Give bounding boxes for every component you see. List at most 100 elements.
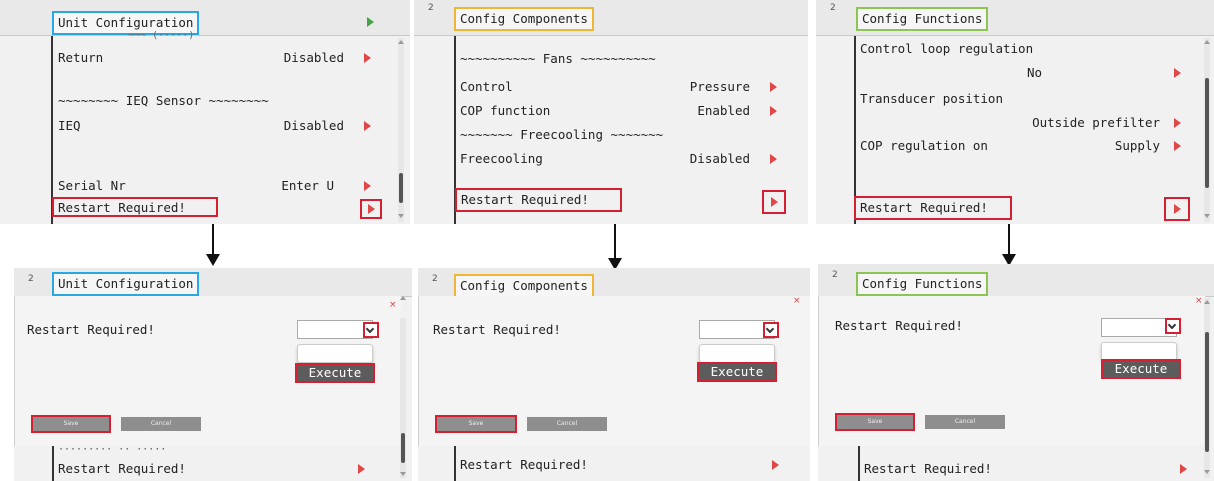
arrow-right-icon[interactable] — [770, 82, 777, 92]
scrollbar-thumb[interactable] — [401, 433, 405, 463]
list-item-serial[interactable]: Serial Nr Enter U — [58, 177, 388, 195]
cancel-button[interactable]: Cancel — [925, 415, 1005, 429]
config-functions-dialog-panel: 2 Config Functions × Restart Required! E… — [818, 264, 1214, 481]
scroll-up-icon[interactable] — [398, 40, 404, 44]
scrollbar[interactable] — [398, 38, 404, 222]
panel-title: Unit Configuration — [52, 272, 200, 296]
unit-config-panel: Unit Configuration ~~~ (·····) Return Dis… — [0, 0, 410, 224]
arrow-right-icon[interactable] — [770, 106, 777, 116]
panel-title: Config Components — [454, 274, 594, 298]
panel-number: 2 — [432, 274, 438, 284]
arrow-right-icon[interactable] — [364, 181, 371, 191]
scrollbar[interactable] — [400, 296, 406, 478]
execute-option[interactable]: Execute — [1101, 359, 1181, 379]
dropdown-toggle[interactable] — [363, 322, 379, 338]
chevron-down-icon — [765, 324, 775, 334]
scrollbar-thumb[interactable] — [399, 173, 403, 203]
dropdown-toggle[interactable] — [1165, 318, 1181, 334]
arrow-right-icon — [1174, 204, 1181, 214]
restart-arrow-button[interactable] — [360, 199, 382, 219]
panel-number: 2 — [28, 274, 34, 284]
scroll-down-icon[interactable] — [398, 214, 404, 218]
list-item-ieq[interactable]: IEQ Disabled — [58, 117, 388, 135]
panel-header: 2 Config Functions — [818, 264, 1214, 297]
arrow-right-icon[interactable] — [358, 464, 365, 474]
list-item-return[interactable]: Return Disabled — [58, 49, 388, 67]
arrow-right-icon[interactable] — [1174, 118, 1181, 128]
restart-required-item[interactable]: Restart Required! — [460, 456, 790, 474]
pointer-arrow-head — [206, 254, 220, 266]
indent-line — [858, 446, 860, 481]
dropdown-menu — [297, 344, 373, 363]
panel-header: 2 Config Components — [414, 0, 808, 36]
list-item-transducer[interactable]: Transducer position — [860, 90, 1190, 108]
arrow-right-icon[interactable] — [1174, 141, 1181, 151]
list-item-cop-regulation[interactable]: COP regulation on Supply — [860, 137, 1190, 155]
action-select[interactable] — [297, 320, 373, 339]
close-icon[interactable]: × — [793, 296, 801, 306]
indent-line — [51, 36, 53, 224]
save-button[interactable]: Save — [435, 415, 517, 433]
execute-option[interactable]: Execute — [697, 362, 777, 382]
save-button[interactable]: Save — [835, 413, 915, 431]
scroll-up-icon[interactable] — [1204, 40, 1210, 44]
partial-row: ········· ·· ····· — [58, 446, 167, 454]
list-item-cop-function[interactable]: COP function Enabled — [460, 102, 790, 120]
restart-label: Restart Required! — [27, 322, 155, 337]
arrow-right-icon[interactable] — [364, 53, 371, 63]
arrow-right-icon[interactable] — [1174, 68, 1181, 78]
list-item: ~~~ (·····) — [128, 31, 195, 41]
panel-header: 2 Config Functions — [816, 0, 1214, 36]
arrow-right-icon[interactable] — [770, 154, 777, 164]
restart-dialog: × Restart Required! Execute Save Cancel — [418, 296, 810, 446]
arrow-right-icon[interactable] — [772, 460, 779, 470]
panel-title: Config Components — [454, 7, 594, 31]
close-icon[interactable]: × — [1195, 296, 1203, 306]
dropdown-toggle[interactable] — [763, 322, 779, 338]
restart-label: Restart Required! — [433, 322, 561, 337]
restart-required-item[interactable]: Restart Required! — [455, 188, 622, 212]
list-item-value[interactable]: No — [860, 64, 1190, 82]
restart-required-item[interactable]: Restart Required! — [52, 197, 218, 217]
pointer-arrow-line — [1008, 224, 1010, 256]
execute-option[interactable]: Execute — [295, 363, 375, 383]
scrollbar-thumb[interactable] — [1205, 78, 1209, 188]
cancel-button[interactable]: Cancel — [121, 417, 201, 431]
scrollbar[interactable] — [1204, 38, 1210, 222]
restart-arrow-button[interactable] — [762, 190, 786, 214]
scroll-up-icon[interactable] — [400, 296, 406, 300]
section-divider: ~~~~~~~~~~ Fans ~~~~~~~~~~ — [460, 51, 656, 66]
scroll-down-icon[interactable] — [400, 472, 406, 476]
scrollbar-thumb[interactable] — [1205, 332, 1209, 452]
panel-title: Config Functions — [856, 272, 989, 296]
cancel-button[interactable]: Cancel — [527, 417, 607, 431]
list-item-control[interactable]: Control Pressure — [460, 78, 790, 96]
restart-required-item[interactable]: Restart Required! — [58, 460, 388, 478]
scroll-up-icon[interactable] — [1204, 300, 1210, 304]
arrow-right-icon — [368, 204, 375, 214]
restart-required-item[interactable]: Restart Required! — [864, 460, 1194, 478]
restart-required-item[interactable]: Restart Required! — [854, 196, 1012, 220]
unit-config-dialog-panel: 2 Unit Configuration × Restart Required!… — [14, 268, 412, 481]
list-item-value[interactable]: Outside prefilter — [860, 114, 1190, 132]
list-item-control-loop[interactable]: Control loop regulation — [860, 40, 1190, 58]
panel-title: Config Functions — [856, 7, 989, 31]
restart-arrow-button[interactable] — [1164, 197, 1190, 221]
scroll-down-icon[interactable] — [1204, 470, 1210, 474]
scroll-down-icon[interactable] — [1204, 214, 1210, 218]
config-components-panel: 2 Config Components ~~~~~~~~~~ Fans ~~~~… — [414, 0, 808, 224]
list-item-freecooling[interactable]: Freecooling Disabled — [460, 150, 790, 168]
config-functions-panel: 2 Config Functions Control loop regulati… — [816, 0, 1214, 224]
scrollbar[interactable] — [1204, 298, 1210, 478]
chevron-down-icon — [365, 324, 375, 334]
dropdown-menu — [699, 344, 775, 363]
panel-number: 2 — [832, 270, 838, 280]
arrow-right-icon[interactable] — [1180, 464, 1187, 474]
save-button[interactable]: Save — [31, 415, 111, 433]
section-divider: ~~~~~~~~ IEQ Sensor ~~~~~~~~ — [58, 93, 269, 108]
pointer-arrow-line — [212, 224, 214, 256]
restart-dialog: × Restart Required! Execute Save Cancel — [818, 296, 1205, 446]
close-icon[interactable]: × — [389, 300, 397, 310]
arrow-right-icon[interactable] — [364, 121, 371, 131]
expand-arrow-icon[interactable] — [367, 17, 374, 27]
